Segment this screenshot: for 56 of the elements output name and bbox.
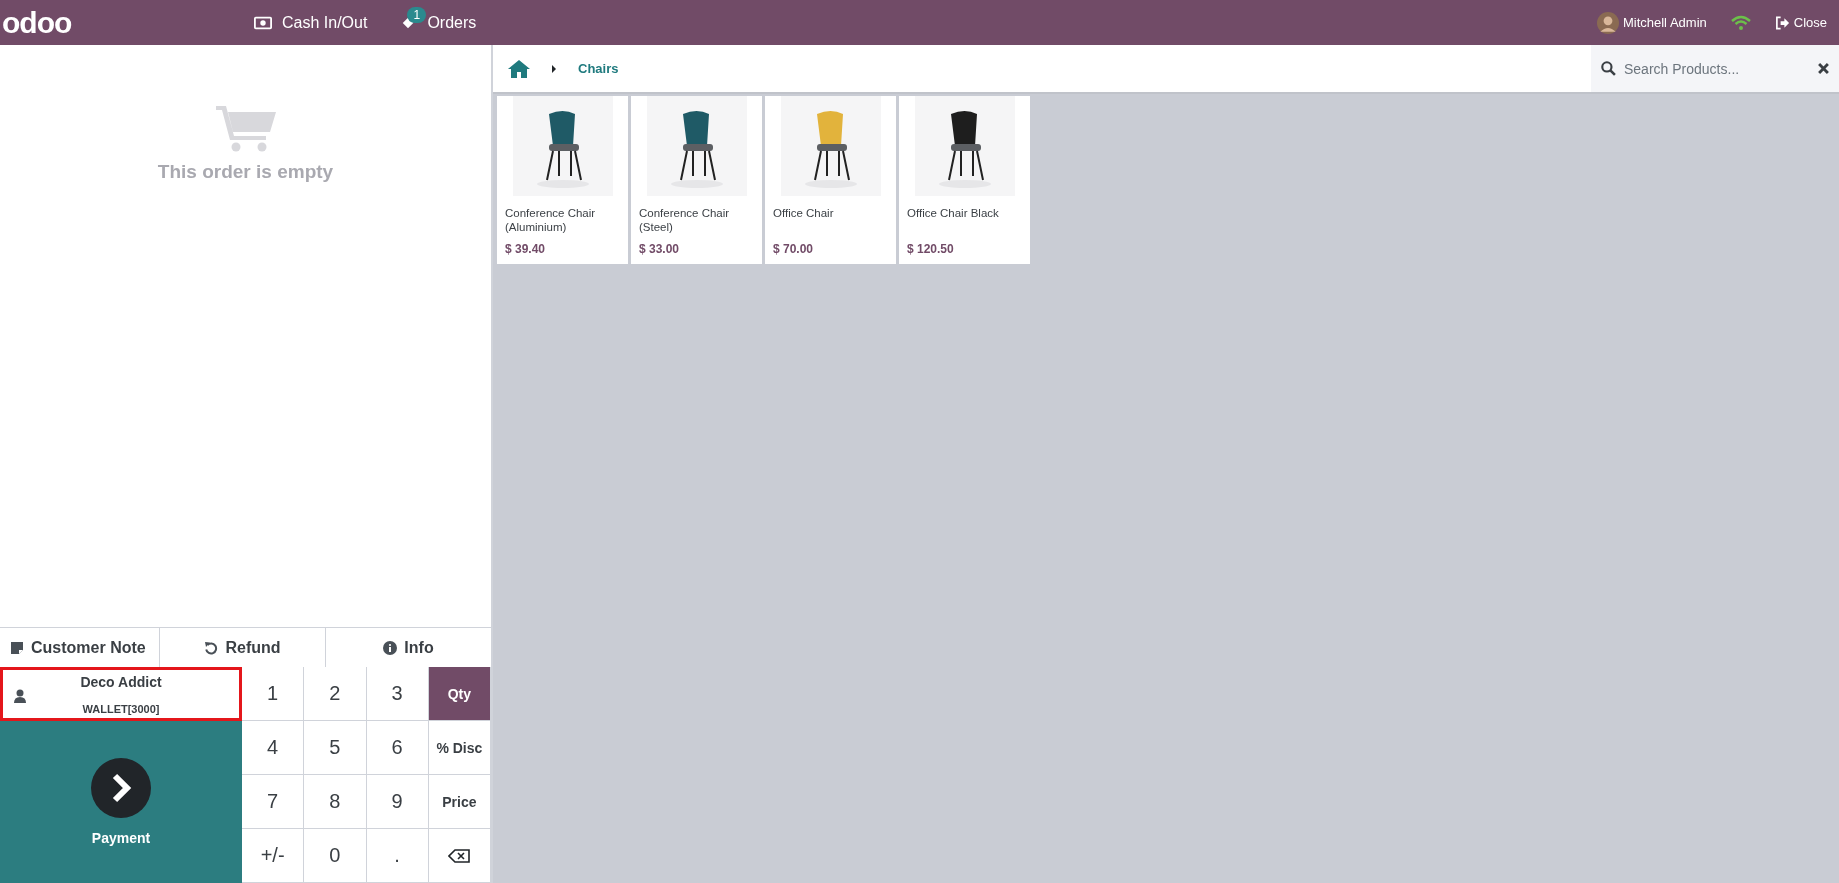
numpad-key[interactable]: % Disc <box>428 721 491 775</box>
product-price: $ 33.00 <box>639 242 681 256</box>
product-price: $ 70.00 <box>773 242 815 256</box>
sign-out-icon <box>1774 15 1790 30</box>
numpad-key[interactable]: 8 <box>304 775 367 829</box>
user-icon <box>14 689 26 703</box>
breadcrumb-link[interactable]: Chairs <box>578 61 619 76</box>
numpad-key[interactable]: 3 <box>366 667 429 721</box>
wifi-icon <box>1730 14 1751 31</box>
count-badge: 1 <box>407 6 427 23</box>
customer-name: Deco Addict <box>80 674 162 690</box>
product-card[interactable]: Office Chair Black $ 120.50 <box>899 96 1030 264</box>
numpad-key[interactable]: +/- <box>242 829 305 883</box>
wallet-balance: WALLET[3000] <box>82 703 160 715</box>
product-name: Office Chair <box>773 206 835 221</box>
numpad-key[interactable]: 9 <box>366 775 429 829</box>
numpad-key[interactable]: 5 <box>304 721 367 775</box>
payment-button[interactable]: Payment <box>0 721 242 883</box>
numpad-key[interactable] <box>428 829 491 883</box>
close-button[interactable]: Close <box>1772 13 1829 32</box>
product-card[interactable]: Conference Chair (Steel) $ 33.00 <box>631 96 762 264</box>
numpad-key[interactable]: 1 <box>242 667 305 721</box>
numpad-key[interactable]: 2 <box>304 667 367 721</box>
user-button[interactable]: Mitchell Admin <box>1594 9 1709 36</box>
backspace-icon <box>448 848 471 863</box>
avatar-icon <box>1596 11 1619 34</box>
product-price: $ 39.40 <box>505 242 547 256</box>
numpad-key[interactable]: 6 <box>366 721 429 775</box>
banknote-icon <box>254 15 272 30</box>
product-name: Office Chair Black <box>907 206 1000 221</box>
customer-button[interactable]: Deco Addict WALLET[3000] <box>0 667 242 721</box>
search-field[interactable]: Search Products... <box>1591 45 1839 92</box>
product-price: $ 120.50 <box>907 242 955 256</box>
top-bar-button[interactable]: 1 Orders <box>397 9 479 36</box>
product-name: Conference Chair (Aluminium) <box>505 206 597 236</box>
numpad-key[interactable]: 0 <box>304 829 367 883</box>
empty-order-message: This order is empty <box>157 161 334 183</box>
caret-icon <box>551 63 557 74</box>
undo-icon <box>204 640 219 655</box>
home-icon[interactable] <box>507 58 531 79</box>
numpad-key[interactable]: 7 <box>242 775 305 829</box>
product-card[interactable]: Conference Chair (Aluminium) $ 39.40 <box>497 96 628 264</box>
clear-icon[interactable] <box>1818 63 1829 74</box>
product-name: Conference Chair (Steel) <box>639 206 731 236</box>
numpad-key[interactable]: 4 <box>242 721 305 775</box>
chevron-icon <box>91 758 151 818</box>
product-card[interactable]: Office Chair $ 70.00 <box>765 96 896 264</box>
search-input[interactable]: Search Products... <box>1622 59 1812 78</box>
numpad-key[interactable]: Price <box>428 775 491 829</box>
numpad-key[interactable]: . <box>366 829 429 883</box>
info-icon <box>383 640 398 655</box>
search-icon <box>1601 61 1616 76</box>
numpad-key[interactable]: Qty <box>428 667 491 721</box>
note-icon <box>10 640 24 655</box>
logo: odoo <box>2 7 73 38</box>
top-bar-button[interactable]: Cash In/Out <box>252 9 370 36</box>
